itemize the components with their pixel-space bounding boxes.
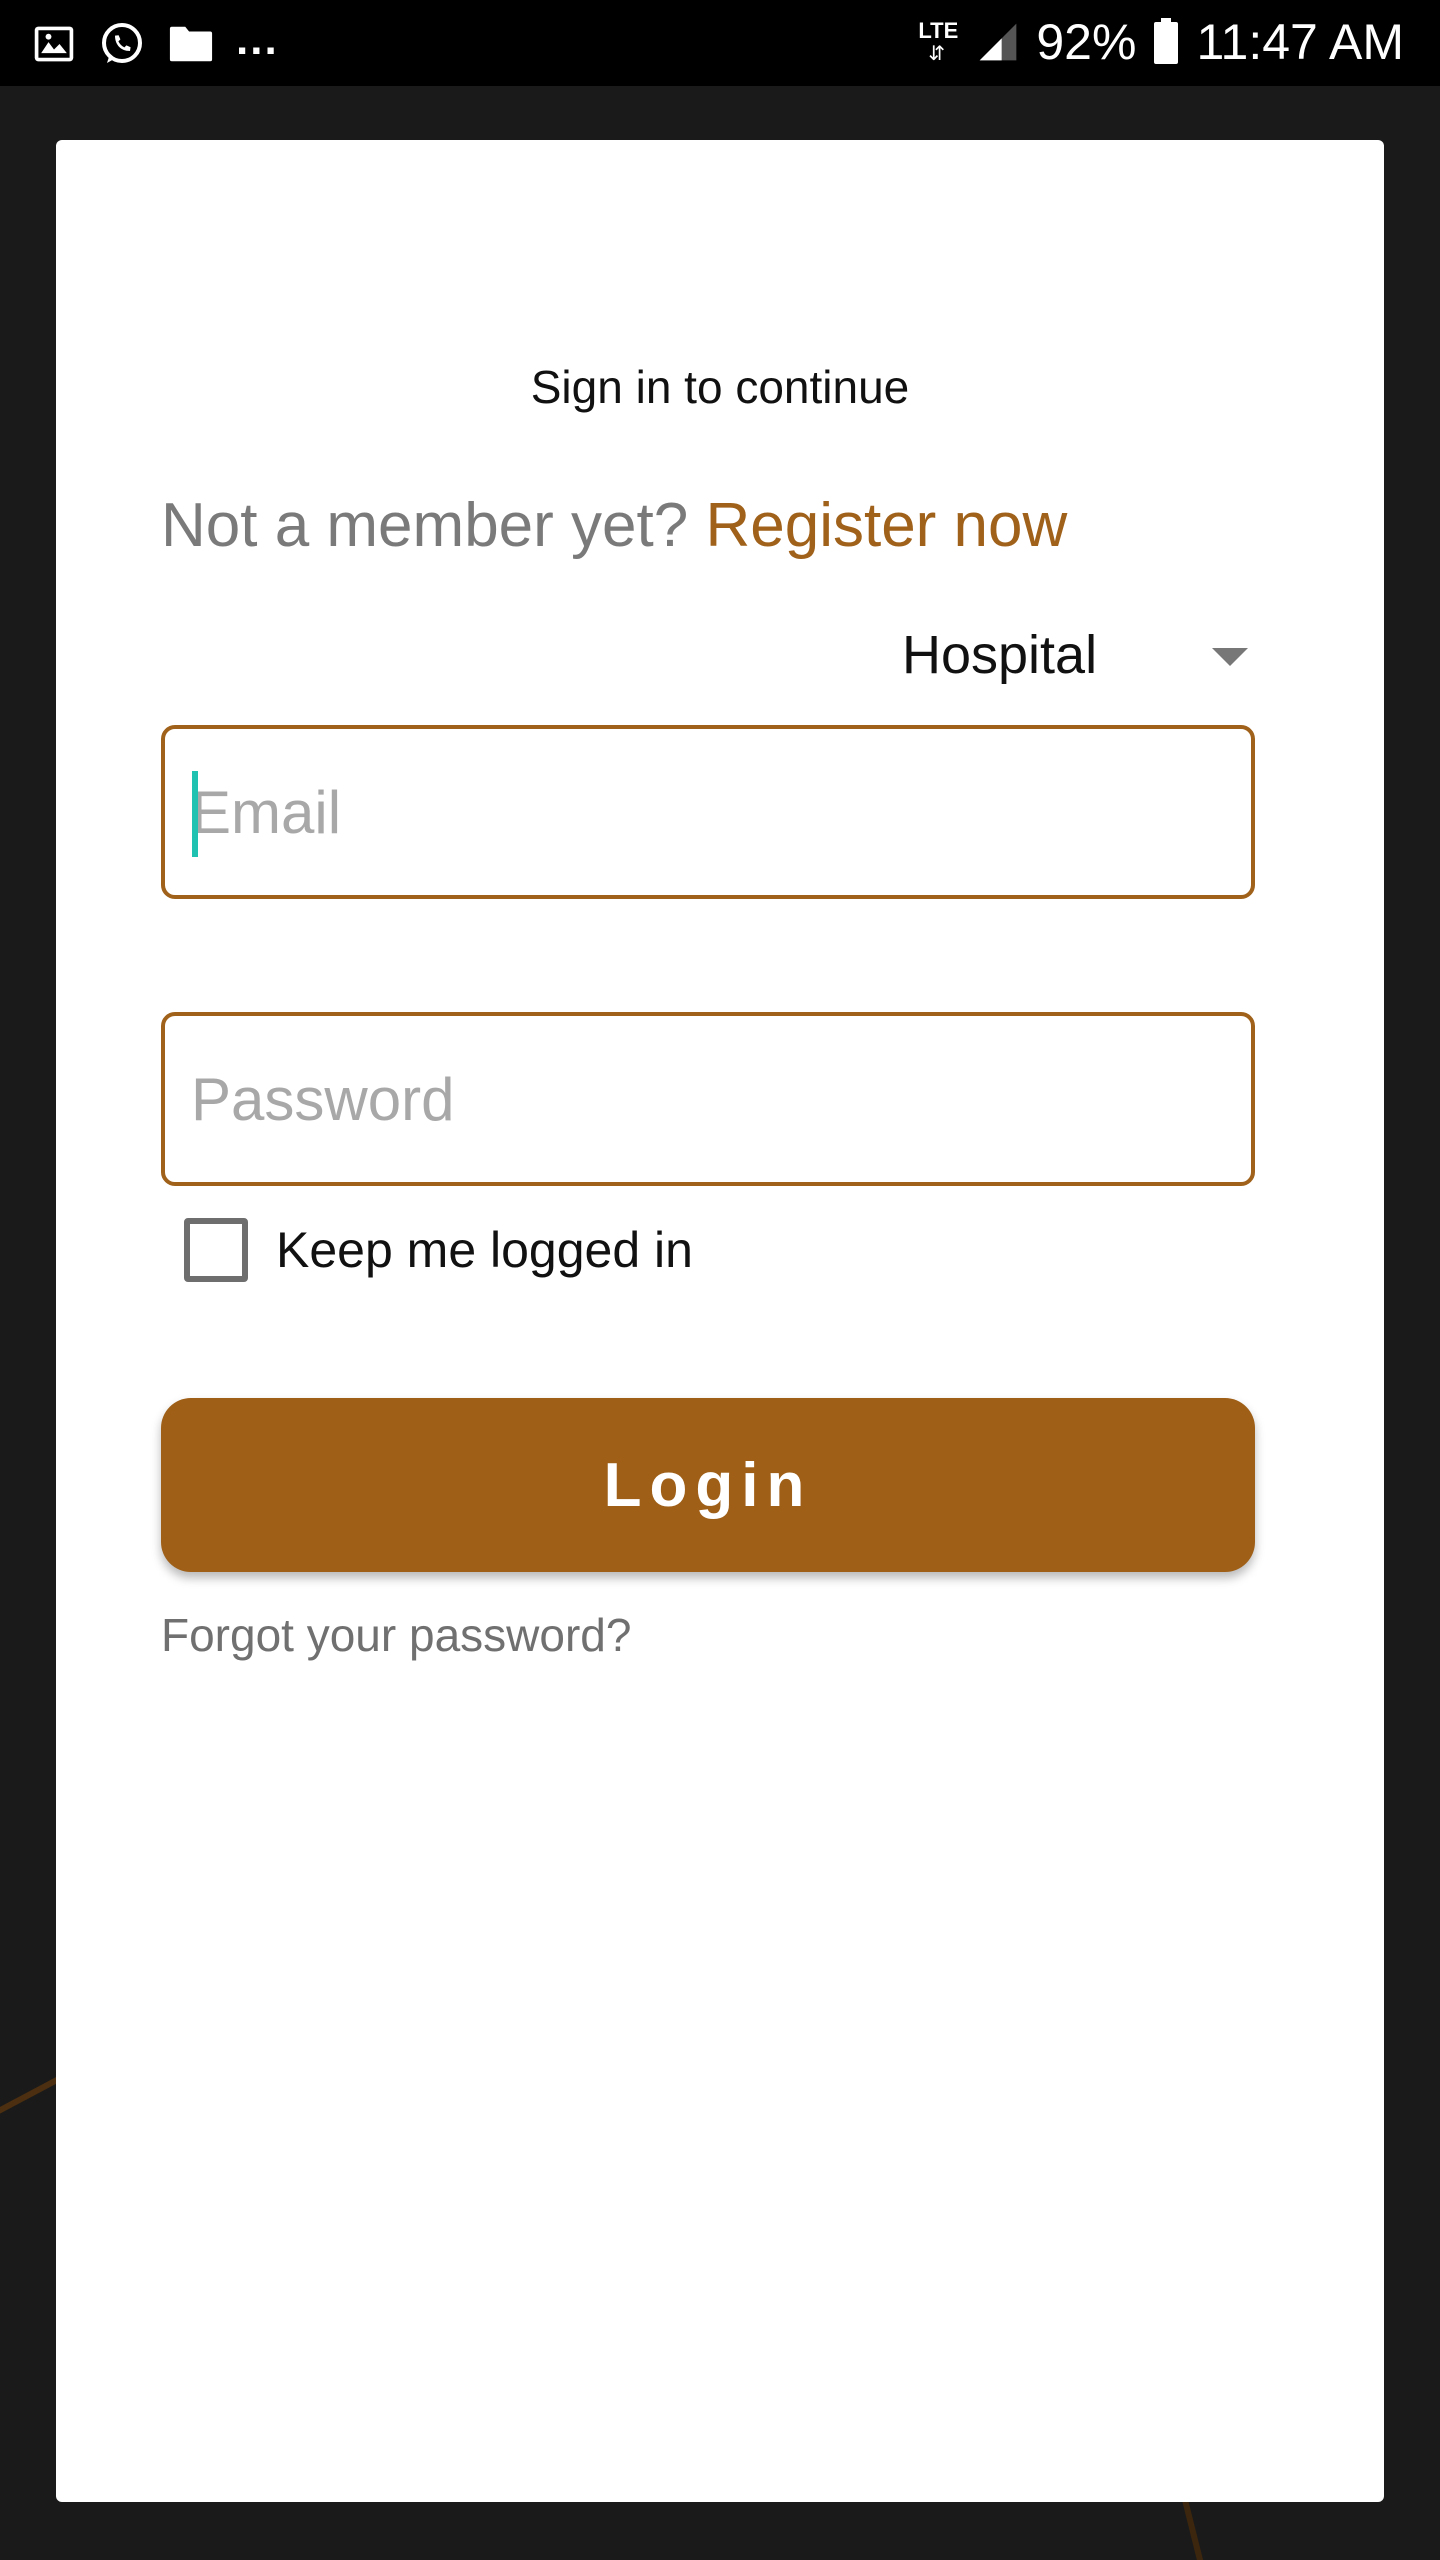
email-input[interactable] [165,729,1251,895]
status-left-icons: ... [32,15,279,68]
folder-icon [169,26,213,62]
notification-overflow: ... [236,15,279,64]
dropdown-caret-icon [1212,648,1248,666]
member-prompt-line: Not a member yet? Register now [161,490,1067,561]
whatsapp-icon [102,23,142,63]
dialog-subtitle: Sign in to continue [530,361,910,413]
login-button[interactable]: Login [161,1398,1255,1572]
keep-logged-in-label: Keep me logged in [276,1222,693,1278]
keep-logged-in-checkbox[interactable] [184,1218,248,1282]
forgot-password-link[interactable]: Forgot your password? [161,1608,631,1662]
keep-logged-in-row[interactable]: Keep me logged in [184,1218,693,1282]
register-now-link[interactable]: Register now [705,491,1067,560]
image-icon [34,26,74,62]
sign-in-dialog: Sign in to continue Not a member yet? Re… [56,140,1384,2502]
email-field-container [161,725,1255,899]
user-type-dropdown[interactable]: Hospital [846,610,1286,700]
password-input[interactable] [165,1016,1251,1182]
network-type-label: LTE [918,18,959,43]
text-cursor [192,771,198,857]
battery-icon [1154,18,1179,64]
status-right: LTE ⇵ 92% 11:47 AM [918,12,1404,72]
member-prompt: Not a member yet? [161,491,689,560]
status-bar: ... LTE ⇵ 92% 11:47 AM [0,0,1440,86]
battery-percent: 92% [1036,14,1137,70]
user-type-selected: Hospital [902,625,1098,685]
clock: 11:47 AM [1196,14,1404,70]
lte-icon: LTE ⇵ [918,18,959,65]
password-field-container [161,1012,1255,1186]
signal-icon [980,23,1017,61]
